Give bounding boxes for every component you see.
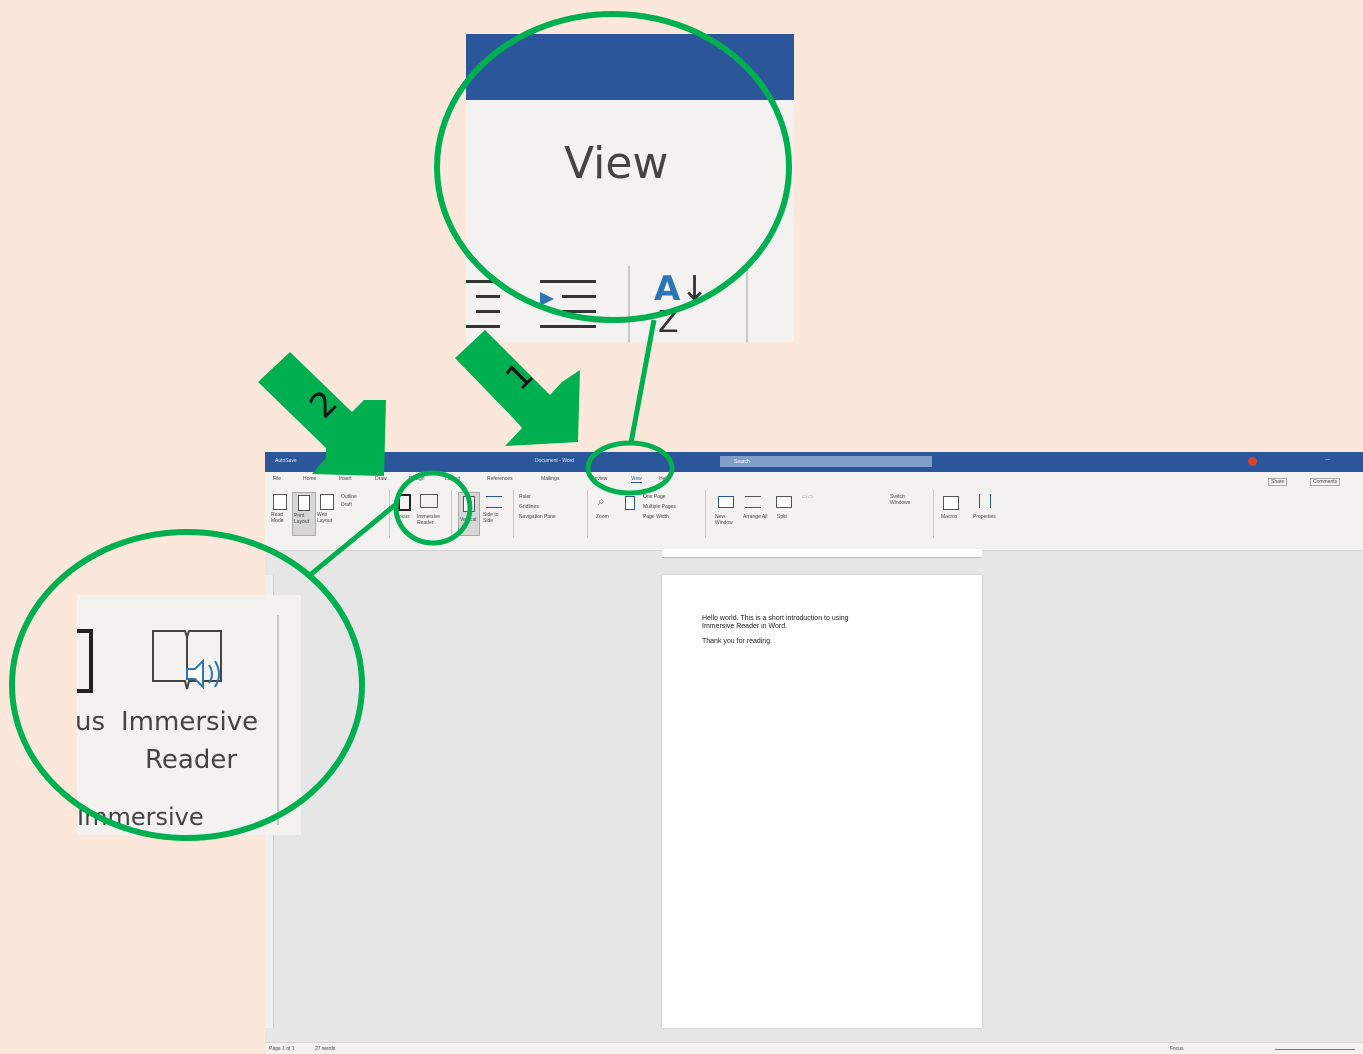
callout-line-immersive [308,503,397,577]
highlight-circle-view-tab [585,440,675,496]
annotation-overlay: 1 2 [9,11,792,841]
callout-line-view [628,319,657,444]
highlight-circle-immersive-reader [393,470,473,546]
zoom-circle-immersive [9,529,365,841]
zoom-circle-view [434,11,792,323]
